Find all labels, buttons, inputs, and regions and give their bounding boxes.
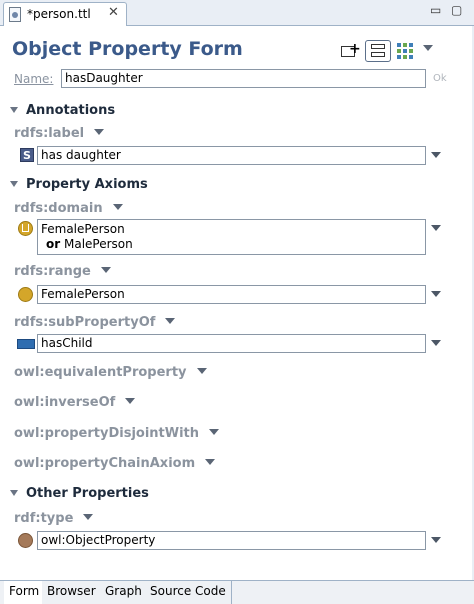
collapse-triangle-icon [10,181,18,187]
row-menu-chevron-icon[interactable] [431,152,441,158]
domain-class-line: MalePerson [64,237,133,251]
rdfs-subpropertyof-value-field[interactable]: hasChild [37,334,426,353]
section-title: Other Properties [26,486,149,501]
add-value-chevron-icon[interactable] [205,459,216,465]
or-keyword: or [46,237,61,251]
rdfs-domain-value-field[interactable]: FemalePerson or MalePerson [37,219,426,255]
section-property-axioms[interactable]: Property Axioms [10,177,148,192]
property-label: rdfs:domain [14,201,103,216]
minimize-icon[interactable]: ▭ [430,3,441,17]
add-value-chevron-icon[interactable] [100,267,111,273]
add-value-chevron-icon[interactable] [112,204,123,210]
owl-inverseof-property: owl:inverseOf [14,395,136,410]
add-value-chevron-icon[interactable] [196,368,207,374]
property-label: owl:equivalentProperty [14,365,187,380]
rdfs-label-value-field[interactable]: has daughter [37,146,426,165]
string-literal-icon: S [20,148,34,162]
layout-toggle-icon[interactable] [365,40,391,62]
section-annotations[interactable]: Annotations [10,103,115,118]
editor-tab-person-ttl[interactable]: *person.ttl ✕ [3,2,127,26]
row-menu-chevron-icon[interactable] [431,537,441,543]
ok-button[interactable]: Ok [433,73,447,84]
object-property-icon [17,339,35,349]
instance-icon [18,533,33,548]
collapse-triangle-icon [10,107,18,113]
form-title: Object Property Form [12,38,243,60]
editor-tab-bar: *person.ttl ✕ ▭ ▢ [0,0,474,26]
grid-view-icon[interactable] [397,43,413,59]
section-other-properties[interactable]: Other Properties [10,486,149,501]
form-menu-chevron-icon[interactable] [423,45,433,51]
section-title: Annotations [26,103,116,118]
owl-equivalentproperty-property: owl:equivalentProperty [14,365,207,380]
row-menu-chevron-icon[interactable] [431,225,441,231]
domain-union-line: or MalePerson [41,237,422,252]
rdfs-range-property: rdfs:range [14,264,111,279]
property-label: owl:propertyChainAxiom [14,456,196,471]
property-label: rdf:type [14,511,74,526]
add-widget-icon[interactable] [341,40,361,62]
add-value-chevron-icon[interactable] [94,129,105,135]
name-field[interactable]: hasDaughter [61,69,426,88]
union-class-icon [18,221,33,236]
rdfs-subpropertyof-property: rdfs:subPropertyOf [14,315,176,330]
rdfs-label-property: rdfs:label [14,126,105,141]
tab-browser[interactable]: Browser [42,581,102,604]
rdfs-range-value-field[interactable]: FemalePerson [37,285,426,304]
add-value-chevron-icon[interactable] [165,318,176,324]
domain-class-line: FemalePerson [41,222,125,236]
add-value-chevron-icon[interactable] [83,514,94,520]
property-label: rdfs:range [14,264,91,279]
tab-form[interactable]: Form [4,581,46,604]
rdf-type-value-field[interactable]: owl:ObjectProperty [37,531,426,550]
owl-propertychainaxiom-property: owl:propertyChainAxiom [14,456,216,471]
property-label: owl:inverseOf [14,395,116,410]
add-value-chevron-icon[interactable] [209,429,220,435]
collapse-triangle-icon [10,490,18,496]
add-value-chevron-icon[interactable] [125,398,136,404]
tab-graph[interactable]: Graph [100,581,148,604]
maximize-icon[interactable]: ▢ [451,3,462,17]
bottom-tab-bar: Form Browser Graph Source Code [0,580,474,604]
row-menu-chevron-icon[interactable] [431,340,441,346]
property-label: rdfs:subPropertyOf [14,315,156,330]
ttl-file-icon [9,7,21,22]
rdfs-domain-property: rdfs:domain [14,201,123,216]
class-icon [18,287,33,302]
tab-source-code[interactable]: Source Code [145,581,232,604]
name-label-link[interactable]: Name: [14,72,53,86]
owl-propertydisjointwith-property: owl:propertyDisjointWith [14,426,220,441]
section-title: Property Axioms [26,177,148,192]
property-label: rdfs:label [14,126,85,141]
close-tab-icon[interactable]: ✕ [108,5,119,20]
rdf-type-property: rdf:type [14,511,94,526]
editor-tab-title: *person.ttl [27,7,91,21]
property-label: owl:propertyDisjointWith [14,426,200,441]
row-menu-chevron-icon[interactable] [431,291,441,297]
